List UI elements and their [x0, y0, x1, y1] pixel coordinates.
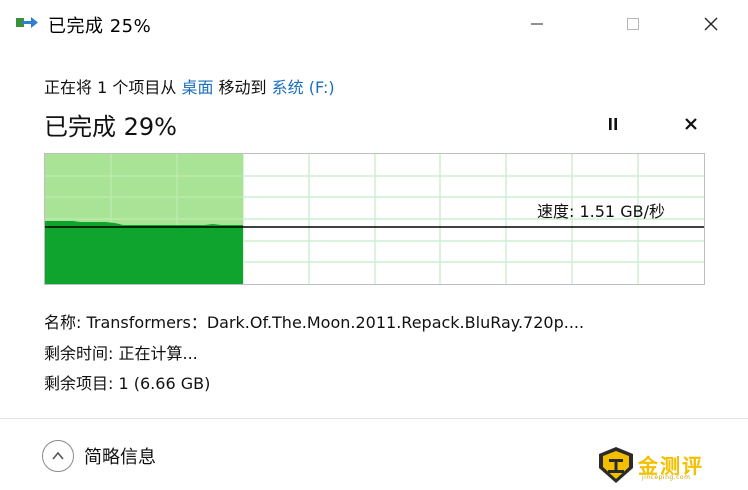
file-name-value: Transformers：Dark.Of.The.Moon.2011.Repac…	[86, 313, 585, 332]
close-window-button[interactable]	[688, 0, 734, 48]
time-remaining-label: 剩余时间:	[44, 344, 119, 363]
window-title: 已完成 25%	[48, 16, 152, 37]
file-operation-dialog: 已完成 25% 正在将 1 个项目从 桌面 移动到 系统 (F:) 已完成 29…	[0, 0, 748, 490]
watermark-subtext: jinceping.com	[642, 474, 691, 481]
operation-description: 正在将 1 个项目从 桌面 移动到 系统 (F:)	[44, 74, 335, 98]
progress-status: 已完成 29%	[44, 113, 177, 141]
speed-label: 速度: 1.51 GB/秒	[537, 202, 665, 221]
close-icon	[685, 118, 697, 130]
speed-history-area	[45, 221, 243, 284]
title-bar[interactable]: 已完成 25%	[0, 0, 748, 48]
watermark-logo-icon	[599, 447, 633, 483]
watermark: 金测评 jinceping.com	[598, 446, 716, 486]
description-prefix: 正在将 1 个项目从	[44, 78, 182, 97]
pause-button[interactable]	[599, 112, 627, 136]
pause-icon	[609, 118, 617, 130]
time-remaining-value: 正在计算...	[118, 344, 198, 363]
destination-link[interactable]: 系统 (F:)	[272, 78, 335, 97]
file-name-row: 名称: Transformers：Dark.Of.The.Moon.2011.R…	[44, 309, 584, 333]
items-remaining-value: 1 (6.66 GB)	[118, 374, 211, 393]
fewer-details-label: 简略信息	[84, 447, 156, 468]
cancel-button[interactable]	[677, 112, 705, 136]
description-middle: 移动到	[213, 78, 272, 97]
time-remaining-row: 剩余时间: 正在计算...	[44, 340, 198, 364]
file-move-icon	[16, 15, 38, 33]
items-remaining-label: 剩余项目:	[44, 374, 119, 393]
chevron-up-icon[interactable]	[42, 440, 74, 472]
minimize-button[interactable]	[514, 0, 560, 48]
source-link[interactable]: 桌面	[181, 78, 213, 97]
maximize-button[interactable]	[610, 0, 656, 48]
footer-divider	[0, 418, 748, 419]
file-name-label: 名称:	[44, 313, 87, 332]
fewer-details-toggle[interactable]: 简略信息	[42, 440, 156, 472]
items-remaining-row: 剩余项目: 1 (6.66 GB)	[44, 370, 210, 394]
